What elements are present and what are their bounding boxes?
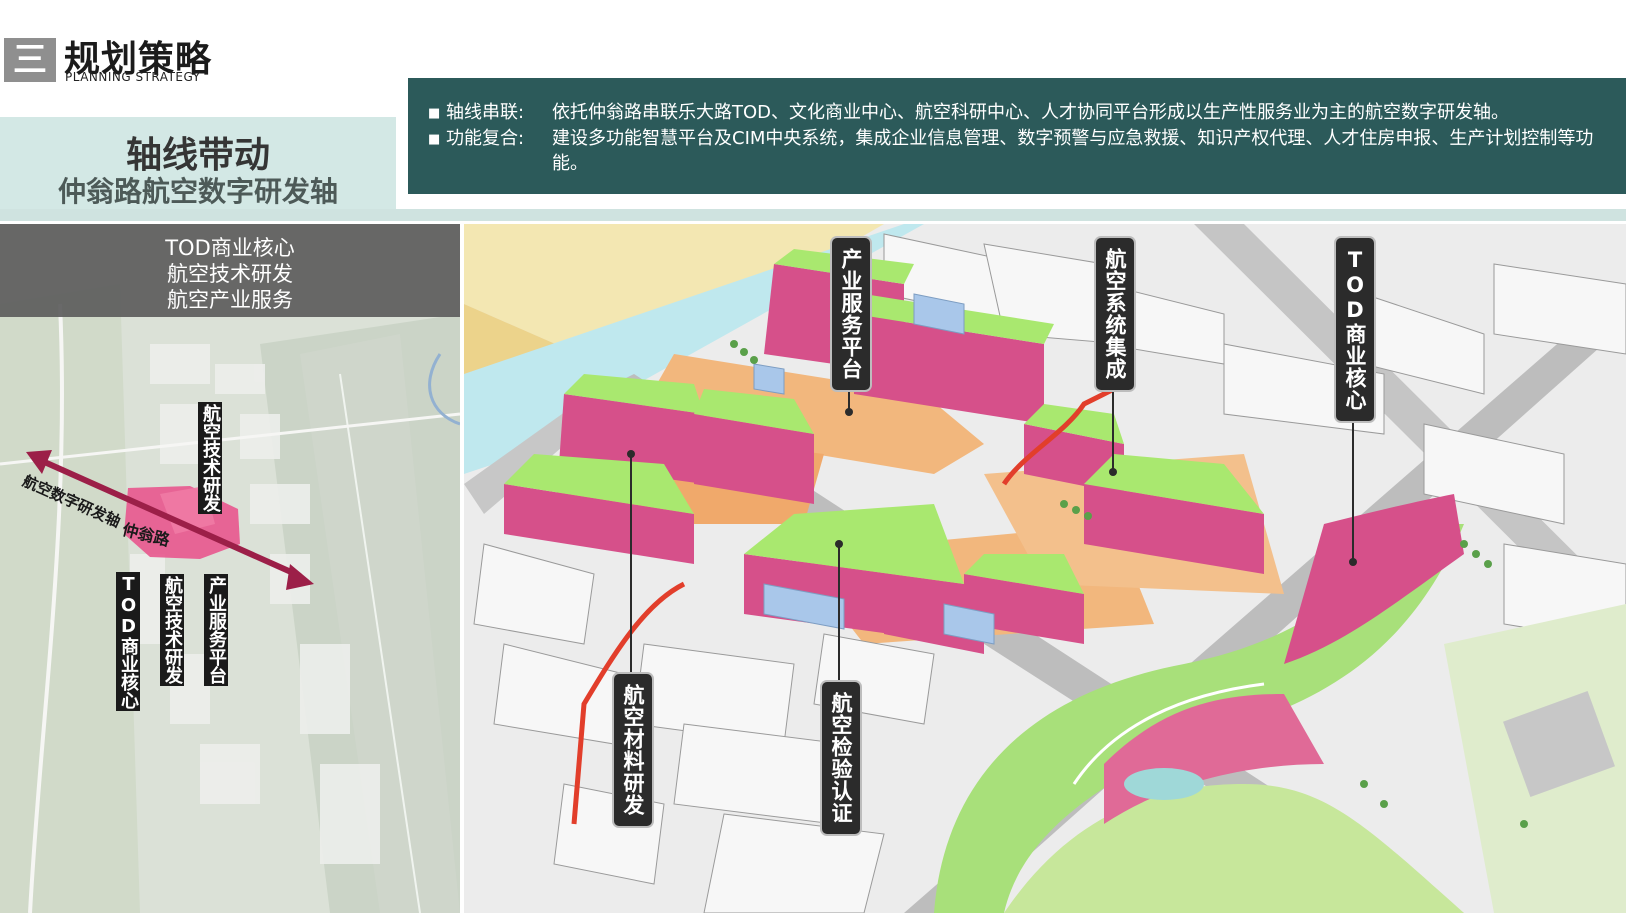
label-materials: 航空材料研发	[614, 674, 652, 826]
strategy-label: 轴线串联:	[446, 102, 525, 123]
zone-label-service: 产业服务平台	[204, 574, 228, 686]
strategy-label: 功能复合:	[446, 128, 525, 149]
bullet-icon: ■	[428, 106, 441, 121]
leader-dot	[845, 408, 853, 416]
zone-label-tod: TOD商业核心	[116, 572, 140, 711]
page-subtitle: PLANNING STRATEGY	[65, 70, 201, 84]
zone-label-tech: 航空技术研发	[198, 402, 222, 514]
function-item: 航空产业服务	[167, 288, 293, 312]
strategy-text: 依托仲翁路串联乐大路TOD、文化商业中心、航空科研中心、人才协同平台形成以生产性…	[552, 102, 1510, 123]
site-map-graphic	[0, 224, 460, 913]
leader-dot	[1109, 468, 1117, 476]
strategy-panel: ■ 轴线串联: 依托仲翁路串联乐大路TOD、文化商业中心、航空科研中心、人才协同…	[408, 78, 1626, 194]
section-number-badge: 三	[4, 38, 56, 82]
bullet-icon: ■	[428, 132, 441, 147]
aerial-render: 产业服务平台 航空系统集成 TOD商业核心 航空材料研发 航空检验认证	[464, 224, 1626, 913]
leader-dot	[835, 540, 843, 548]
leader-line	[838, 544, 840, 684]
zone-label-tech: 航空技术研发	[160, 574, 184, 686]
strategy-item: ■ 功能复合: 建设多功能智慧平台及CIM中央系统，集成企业信息管理、数字预警与…	[428, 126, 1602, 176]
strategy-text: 建设多功能智慧平台及CIM中央系统，集成企业信息管理、数字预警与应急救援、知识产…	[552, 128, 1594, 174]
leader-dot	[1349, 558, 1357, 566]
label-tod-core: TOD商业核心	[1336, 238, 1374, 421]
leader-line	[630, 454, 632, 674]
strategy-item: ■ 轴线串联: 依托仲翁路串联乐大路TOD、文化商业中心、航空科研中心、人才协同…	[428, 100, 1602, 126]
leader-dot	[627, 450, 635, 458]
label-inspection: 航空检验认证	[822, 682, 860, 834]
site-map: 航空数字研发轴 仲翁路 航空技术研发 TOD商业核心 航空技术研发 产业服务平台	[0, 224, 460, 913]
divider-band	[0, 209, 1626, 221]
theme-subtitle: 仲翁路航空数字研发轴	[57, 175, 338, 208]
label-system-integration: 航空系统集成	[1096, 238, 1134, 390]
label-service-platform: 产业服务平台	[832, 238, 870, 390]
